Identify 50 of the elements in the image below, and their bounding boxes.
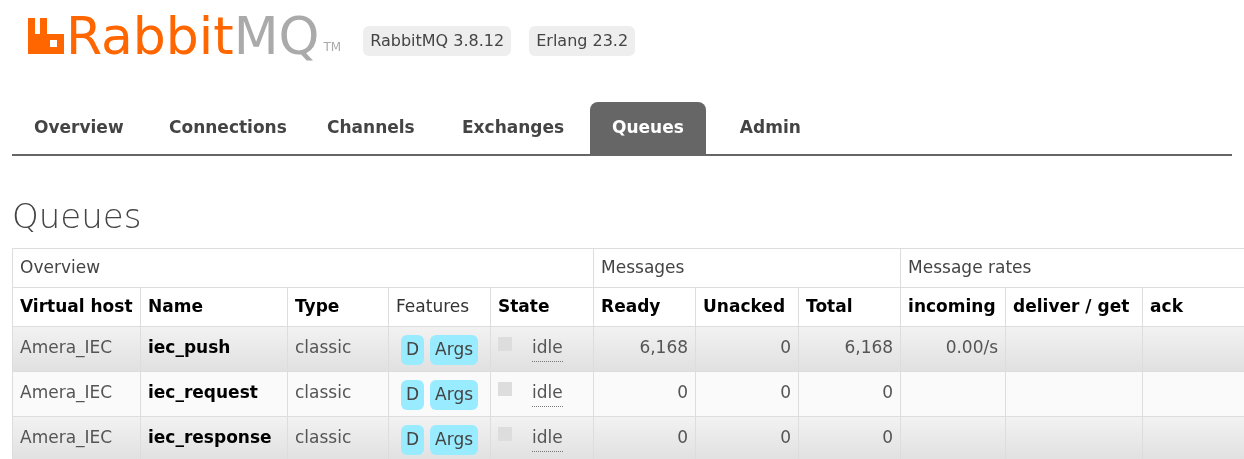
state-label: idle	[532, 335, 563, 362]
state-label: idle	[532, 380, 563, 407]
nav-tab[interactable]: Queues	[590, 102, 706, 154]
logo-wordmark: Rabbit	[66, 10, 234, 62]
column-header: Type	[287, 287, 389, 327]
table-cell: Amera_IEC	[12, 371, 141, 417]
table-cell: classic	[287, 371, 389, 417]
feature-badge: D	[401, 380, 425, 410]
table-cell[interactable]: iec_request	[140, 371, 288, 417]
nav-tab[interactable]: Overview	[12, 102, 147, 154]
table-cell: 0.00/s	[900, 326, 1006, 372]
page-title: Queues	[12, 196, 143, 238]
feature-badge: Args	[430, 425, 479, 455]
nav-tab[interactable]: Connections	[147, 102, 305, 154]
table-cell: Amera_IEC	[12, 326, 141, 372]
table-cell: 0	[695, 326, 799, 372]
column-group-header: Overview	[12, 248, 594, 288]
column-header: Total	[798, 287, 901, 327]
logo-wordmark: MQ	[233, 10, 320, 62]
table-cell: Amera_IEC	[12, 416, 141, 459]
column-header: Virtual host	[12, 287, 141, 327]
table-cell: 0	[798, 371, 901, 417]
table-cell: 6,168	[593, 326, 696, 372]
version-badge: RabbitMQ 3.8.12	[363, 26, 512, 56]
column-group-header: Messages	[593, 248, 901, 288]
column-header: deliver / get	[1005, 287, 1143, 327]
feature-badge: D	[401, 425, 425, 455]
version-badge: Erlang 23.2	[529, 26, 636, 56]
column-header: incoming	[900, 287, 1006, 327]
column-header: Features	[388, 287, 491, 327]
column-group-header: Message rates	[900, 248, 1244, 288]
feature-badge: Args	[430, 380, 479, 410]
table-cell: 6,168	[798, 326, 901, 372]
state-indicator	[498, 382, 512, 396]
column-header: Name	[140, 287, 288, 327]
column-header: Ready	[593, 287, 696, 327]
nav-tab[interactable]: Admin	[717, 102, 838, 154]
table-cell: classic	[287, 326, 389, 372]
rabbit-logo-icon	[28, 18, 64, 54]
column-header: State	[490, 287, 594, 327]
table-cell: 0	[695, 371, 799, 417]
nav-tab[interactable]: Channels	[305, 102, 440, 154]
nav-tab[interactable]: Exchanges	[440, 102, 590, 154]
trademark-mark: TM	[323, 39, 342, 56]
feature-badge: Args	[430, 335, 479, 365]
table-cell[interactable]: iec_push	[140, 326, 288, 372]
column-header: Unacked	[695, 287, 799, 327]
table-cell: 0	[593, 371, 696, 417]
feature-badge: D	[401, 335, 425, 365]
state-label: idle	[532, 425, 563, 452]
